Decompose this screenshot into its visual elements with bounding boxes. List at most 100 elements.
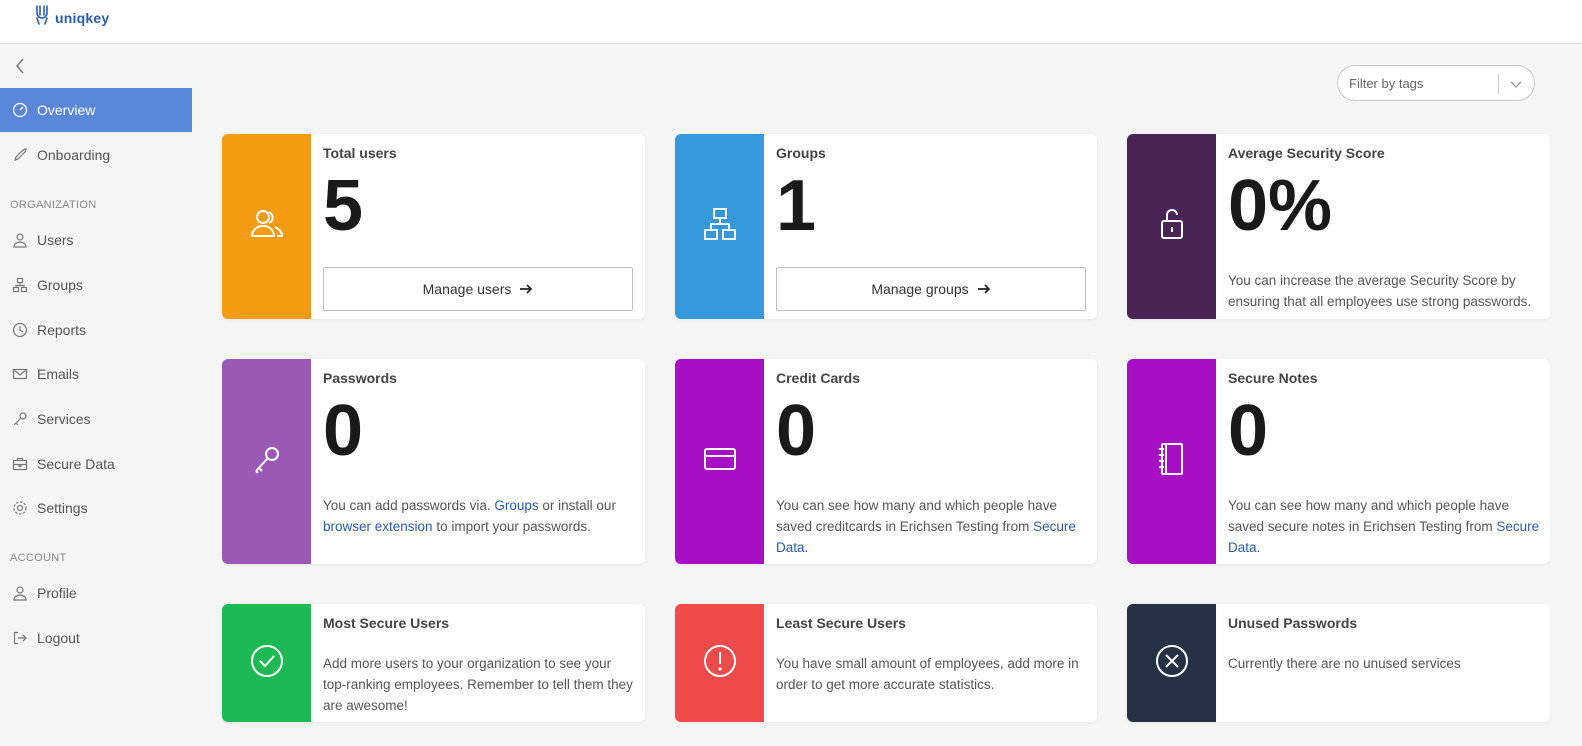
sidebar-item-onboarding[interactable]: Onboarding xyxy=(0,133,192,177)
card-description: You can see how many and which people ha… xyxy=(1228,495,1540,558)
card-description: Currently there are no unused services xyxy=(1228,656,1461,671)
card-title: Unused Passwords xyxy=(1228,615,1358,631)
card-groups: Groups 1 Manage groups xyxy=(675,134,1097,319)
notebook-icon xyxy=(1154,441,1190,482)
sidebar-item-label: Overview xyxy=(37,102,96,118)
credit-card-icon xyxy=(702,441,738,482)
logout-icon xyxy=(12,630,28,646)
card-icon-panel xyxy=(675,134,764,319)
card-title: Average Security Score xyxy=(1228,145,1385,161)
card-value: 5 xyxy=(323,166,364,246)
desc-text: You can add passwords via. xyxy=(323,498,495,513)
sidebar-item-label: Settings xyxy=(37,500,88,516)
user-icon xyxy=(12,232,28,248)
mail-icon xyxy=(12,366,28,382)
card-icon-panel xyxy=(1127,134,1216,319)
sidebar-item-services[interactable]: Services xyxy=(0,397,192,441)
card-least-secure-users: Least Secure Users You have small amount… xyxy=(675,604,1097,722)
card-title: Credit Cards xyxy=(776,370,861,386)
card-title: Least Secure Users xyxy=(776,615,906,631)
sidebar-item-label: Secure Data xyxy=(37,456,115,472)
sidebar-item-profile[interactable]: Profile xyxy=(0,571,192,615)
card-average-security-score: Average Security Score 0% You can increa… xyxy=(1127,134,1550,319)
card-title: Total users xyxy=(323,145,397,161)
card-icon-panel xyxy=(675,359,764,564)
uniqkey-logo-icon xyxy=(34,4,50,31)
desc-text: You can see how many and which people ha… xyxy=(776,498,1057,534)
chevron-left-icon xyxy=(16,58,24,74)
sidebar-item-groups[interactable]: Groups xyxy=(0,263,192,307)
card-credit-cards: Credit Cards 0 You can see how many and … xyxy=(675,359,1097,564)
sidebar: Overview Onboarding ORGANIZATION Users G… xyxy=(0,44,192,746)
groups-icon xyxy=(702,206,738,247)
filter-by-tags-select[interactable]: Filter by tags xyxy=(1337,65,1535,101)
sidebar-item-reports[interactable]: Reports xyxy=(0,308,192,352)
card-title: Groups xyxy=(776,145,826,161)
users-icon xyxy=(249,206,285,247)
browser-extension-link[interactable]: browser extension xyxy=(323,519,433,534)
key-icon xyxy=(12,411,28,427)
desc-text: . xyxy=(804,540,809,555)
section-account: ACCOUNT xyxy=(10,552,67,564)
desc-text: or install our xyxy=(538,498,616,513)
desc-text: . xyxy=(1256,540,1261,555)
card-value: 1 xyxy=(776,166,817,246)
briefcase-icon xyxy=(12,456,28,472)
groups-link[interactable]: Groups xyxy=(494,498,538,513)
clock-icon xyxy=(12,322,28,338)
card-icon-panel xyxy=(222,604,311,722)
card-description: You can add passwords via. Groups or ins… xyxy=(323,495,635,537)
button-label: Manage users xyxy=(422,281,512,297)
sidebar-item-users[interactable]: Users xyxy=(0,218,192,262)
card-value: 0 xyxy=(323,391,364,471)
manage-groups-button[interactable]: Manage groups xyxy=(776,267,1086,311)
exclamation-circle-icon xyxy=(702,643,738,684)
sidebar-item-label: Logout xyxy=(37,630,80,646)
check-circle-icon xyxy=(249,643,285,684)
card-unused-passwords: Unused Passwords Currently there are no … xyxy=(1127,604,1550,722)
logo[interactable]: uniqkey xyxy=(34,4,109,31)
sidebar-item-settings[interactable]: Settings xyxy=(0,486,192,530)
sidebar-item-secure-data[interactable]: Secure Data xyxy=(0,442,192,486)
section-organization: ORGANIZATION xyxy=(10,199,97,211)
card-passwords: Passwords 0 You can add passwords via. G… xyxy=(222,359,645,564)
logo-text: uniqkey xyxy=(55,9,110,26)
sidebar-item-label: Emails xyxy=(37,366,80,382)
sidebar-item-overview[interactable]: Overview xyxy=(0,88,192,132)
card-description: You can see how many and which people ha… xyxy=(776,495,1088,558)
sidebar-item-emails[interactable]: Emails xyxy=(0,352,192,396)
sidebar-item-label: Groups xyxy=(37,277,83,293)
card-most-secure-users: Most Secure Users Add more users to your… xyxy=(222,604,645,722)
desc-text: You can see how many and which people ha… xyxy=(1228,498,1509,534)
sidebar-item-label: Profile xyxy=(37,585,77,601)
arrow-right-icon xyxy=(977,282,991,296)
card-icon-panel xyxy=(222,134,311,319)
sidebar-item-label: Reports xyxy=(37,322,87,338)
card-value: 0 xyxy=(1228,391,1269,471)
card-icon-panel xyxy=(1127,604,1216,722)
card-icon-panel xyxy=(1127,359,1216,564)
card-secure-notes: Secure Notes 0 You can see how many and … xyxy=(1127,359,1550,564)
card-icon-panel xyxy=(675,604,764,722)
top-bar: uniqkey xyxy=(0,0,1582,44)
button-label: Manage groups xyxy=(871,281,969,297)
card-title: Passwords xyxy=(323,370,397,386)
sidebar-item-label: Users xyxy=(37,232,74,248)
user-icon xyxy=(12,585,28,601)
card-icon-panel xyxy=(222,359,311,564)
rocket-icon xyxy=(12,147,28,163)
sidebar-item-logout[interactable]: Logout xyxy=(0,616,192,660)
groups-icon xyxy=(12,277,28,293)
card-value: 0% xyxy=(1228,166,1333,246)
filter-placeholder: Filter by tags xyxy=(1349,75,1424,91)
card-value: 0 xyxy=(776,391,817,471)
manage-users-button[interactable]: Manage users xyxy=(323,267,633,311)
arrow-right-icon xyxy=(519,282,533,296)
sidebar-item-label: Services xyxy=(37,411,91,427)
card-title: Secure Notes xyxy=(1228,370,1318,386)
collapse-sidebar-button[interactable] xyxy=(10,56,30,76)
x-circle-icon xyxy=(1154,643,1190,684)
chevron-down-icon[interactable] xyxy=(1508,76,1524,95)
key-icon xyxy=(249,441,285,482)
card-description: You have small amount of employees, add … xyxy=(776,656,1079,692)
